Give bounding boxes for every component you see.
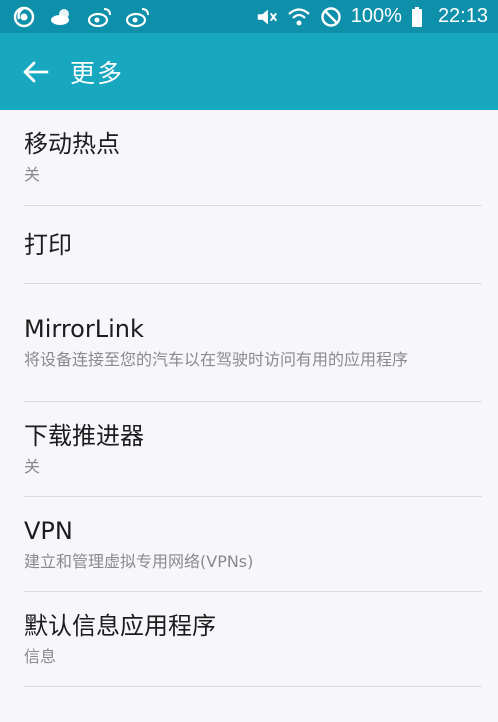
wifi-icon [287, 5, 311, 29]
list-item-download-booster[interactable]: 下载推进器 关 [24, 402, 482, 497]
clock: 22:13 [437, 5, 488, 27]
list-item-print[interactable]: 打印 [24, 206, 482, 284]
item-subtitle: 将设备连接至您的汽车以在驾驶时访问有用的应用程序 [24, 350, 409, 369]
status-bar-system: 100% 22:13 [255, 5, 488, 29]
arrow-left-icon [23, 61, 49, 82]
weibo-icon [126, 5, 150, 29]
settings-list: 移动热点 关 打印 MirrorLink 将设备连接至您的汽车以在驾驶时访问有用… [0, 110, 498, 687]
mute-icon [255, 5, 279, 29]
list-item-default-messaging-app[interactable]: 默认信息应用程序 信息 [24, 592, 482, 687]
list-item-vpn[interactable]: VPN 建立和管理虚拟专用网络(VPNs) [24, 497, 482, 592]
item-subtitle: 信息 [24, 646, 57, 666]
battery-icon [410, 5, 424, 29]
item-title: 下载推进器 [24, 421, 144, 450]
page-title: 更多 [70, 58, 125, 88]
do-not-disturb-icon [319, 5, 343, 29]
item-title: VPN [24, 516, 73, 545]
app-bar: 更多 [0, 33, 498, 110]
back-button[interactable] [20, 56, 52, 88]
list-item-mobile-hotspot[interactable]: 移动热点 关 [24, 110, 482, 206]
item-subtitle: 关 [24, 456, 41, 476]
weather-icon [50, 5, 74, 29]
status-bar: 100% 22:13 [0, 0, 498, 33]
item-title: MirrorLink [24, 315, 144, 343]
item-subtitle: 关 [24, 165, 41, 184]
weibo-icon [88, 5, 112, 29]
notification-icon [12, 5, 36, 29]
item-title: 打印 [24, 230, 72, 259]
battery-percentage: 100% [350, 5, 402, 27]
list-item-mirrorlink[interactable]: MirrorLink 将设备连接至您的汽车以在驾驶时访问有用的应用程序 [24, 284, 482, 402]
item-subtitle: 建立和管理虚拟专用网络(VPNs) [24, 551, 254, 571]
status-bar-notifications [12, 5, 150, 29]
item-title: 移动热点 [24, 130, 120, 158]
item-title: 默认信息应用程序 [24, 611, 216, 640]
